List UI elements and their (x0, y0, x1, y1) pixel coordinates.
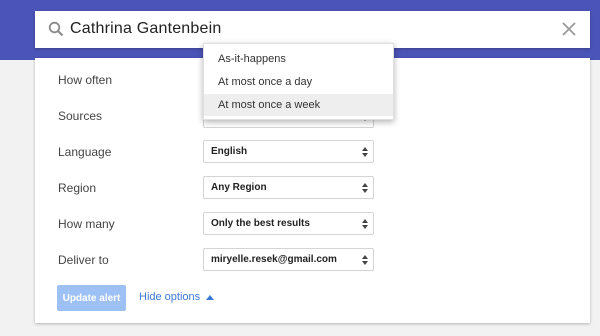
region-select[interactable]: Any Region (203, 176, 374, 199)
how-many-select[interactable]: Only the best results (203, 212, 374, 235)
hide-options-link[interactable]: Hide options (139, 291, 215, 303)
how-many-label: How many (58, 217, 115, 231)
region-label: Region (58, 181, 97, 195)
update-alert-button[interactable]: Update alert (57, 285, 126, 311)
deliver-to-label: Deliver to (58, 253, 109, 267)
search-icon (48, 21, 64, 37)
language-select-value: English (211, 146, 248, 157)
dropdown-option-as-it-happens[interactable]: As-it-happens (204, 48, 393, 70)
caret-up-icon (206, 294, 215, 300)
search-query-text[interactable]: Cathrina Gantenbein (70, 20, 221, 38)
dropdown-option-once-a-day[interactable]: At most once a day (204, 71, 393, 93)
how-often-label: How often (58, 73, 113, 87)
updown-arrows-icon (357, 213, 373, 234)
updown-arrows-icon (357, 177, 373, 198)
region-select-value: Any Region (211, 182, 267, 193)
language-label: Language (58, 145, 112, 159)
updown-arrows-icon (357, 249, 373, 270)
deliver-to-select-value: miryelle.resek@gmail.com (211, 254, 337, 265)
deliver-to-select[interactable]: miryelle.resek@gmail.com (203, 248, 374, 271)
sources-label: Sources (58, 109, 103, 123)
hide-options-label: Hide options (139, 291, 201, 303)
dropdown-option-once-a-week[interactable]: At most once a week (204, 94, 393, 116)
updown-arrows-icon (357, 141, 373, 162)
language-select[interactable]: English (203, 140, 374, 163)
close-icon[interactable] (560, 20, 578, 38)
how-often-dropdown-menu: As-it-happens At most once a day At most… (203, 43, 394, 120)
how-many-select-value: Only the best results (211, 218, 310, 229)
